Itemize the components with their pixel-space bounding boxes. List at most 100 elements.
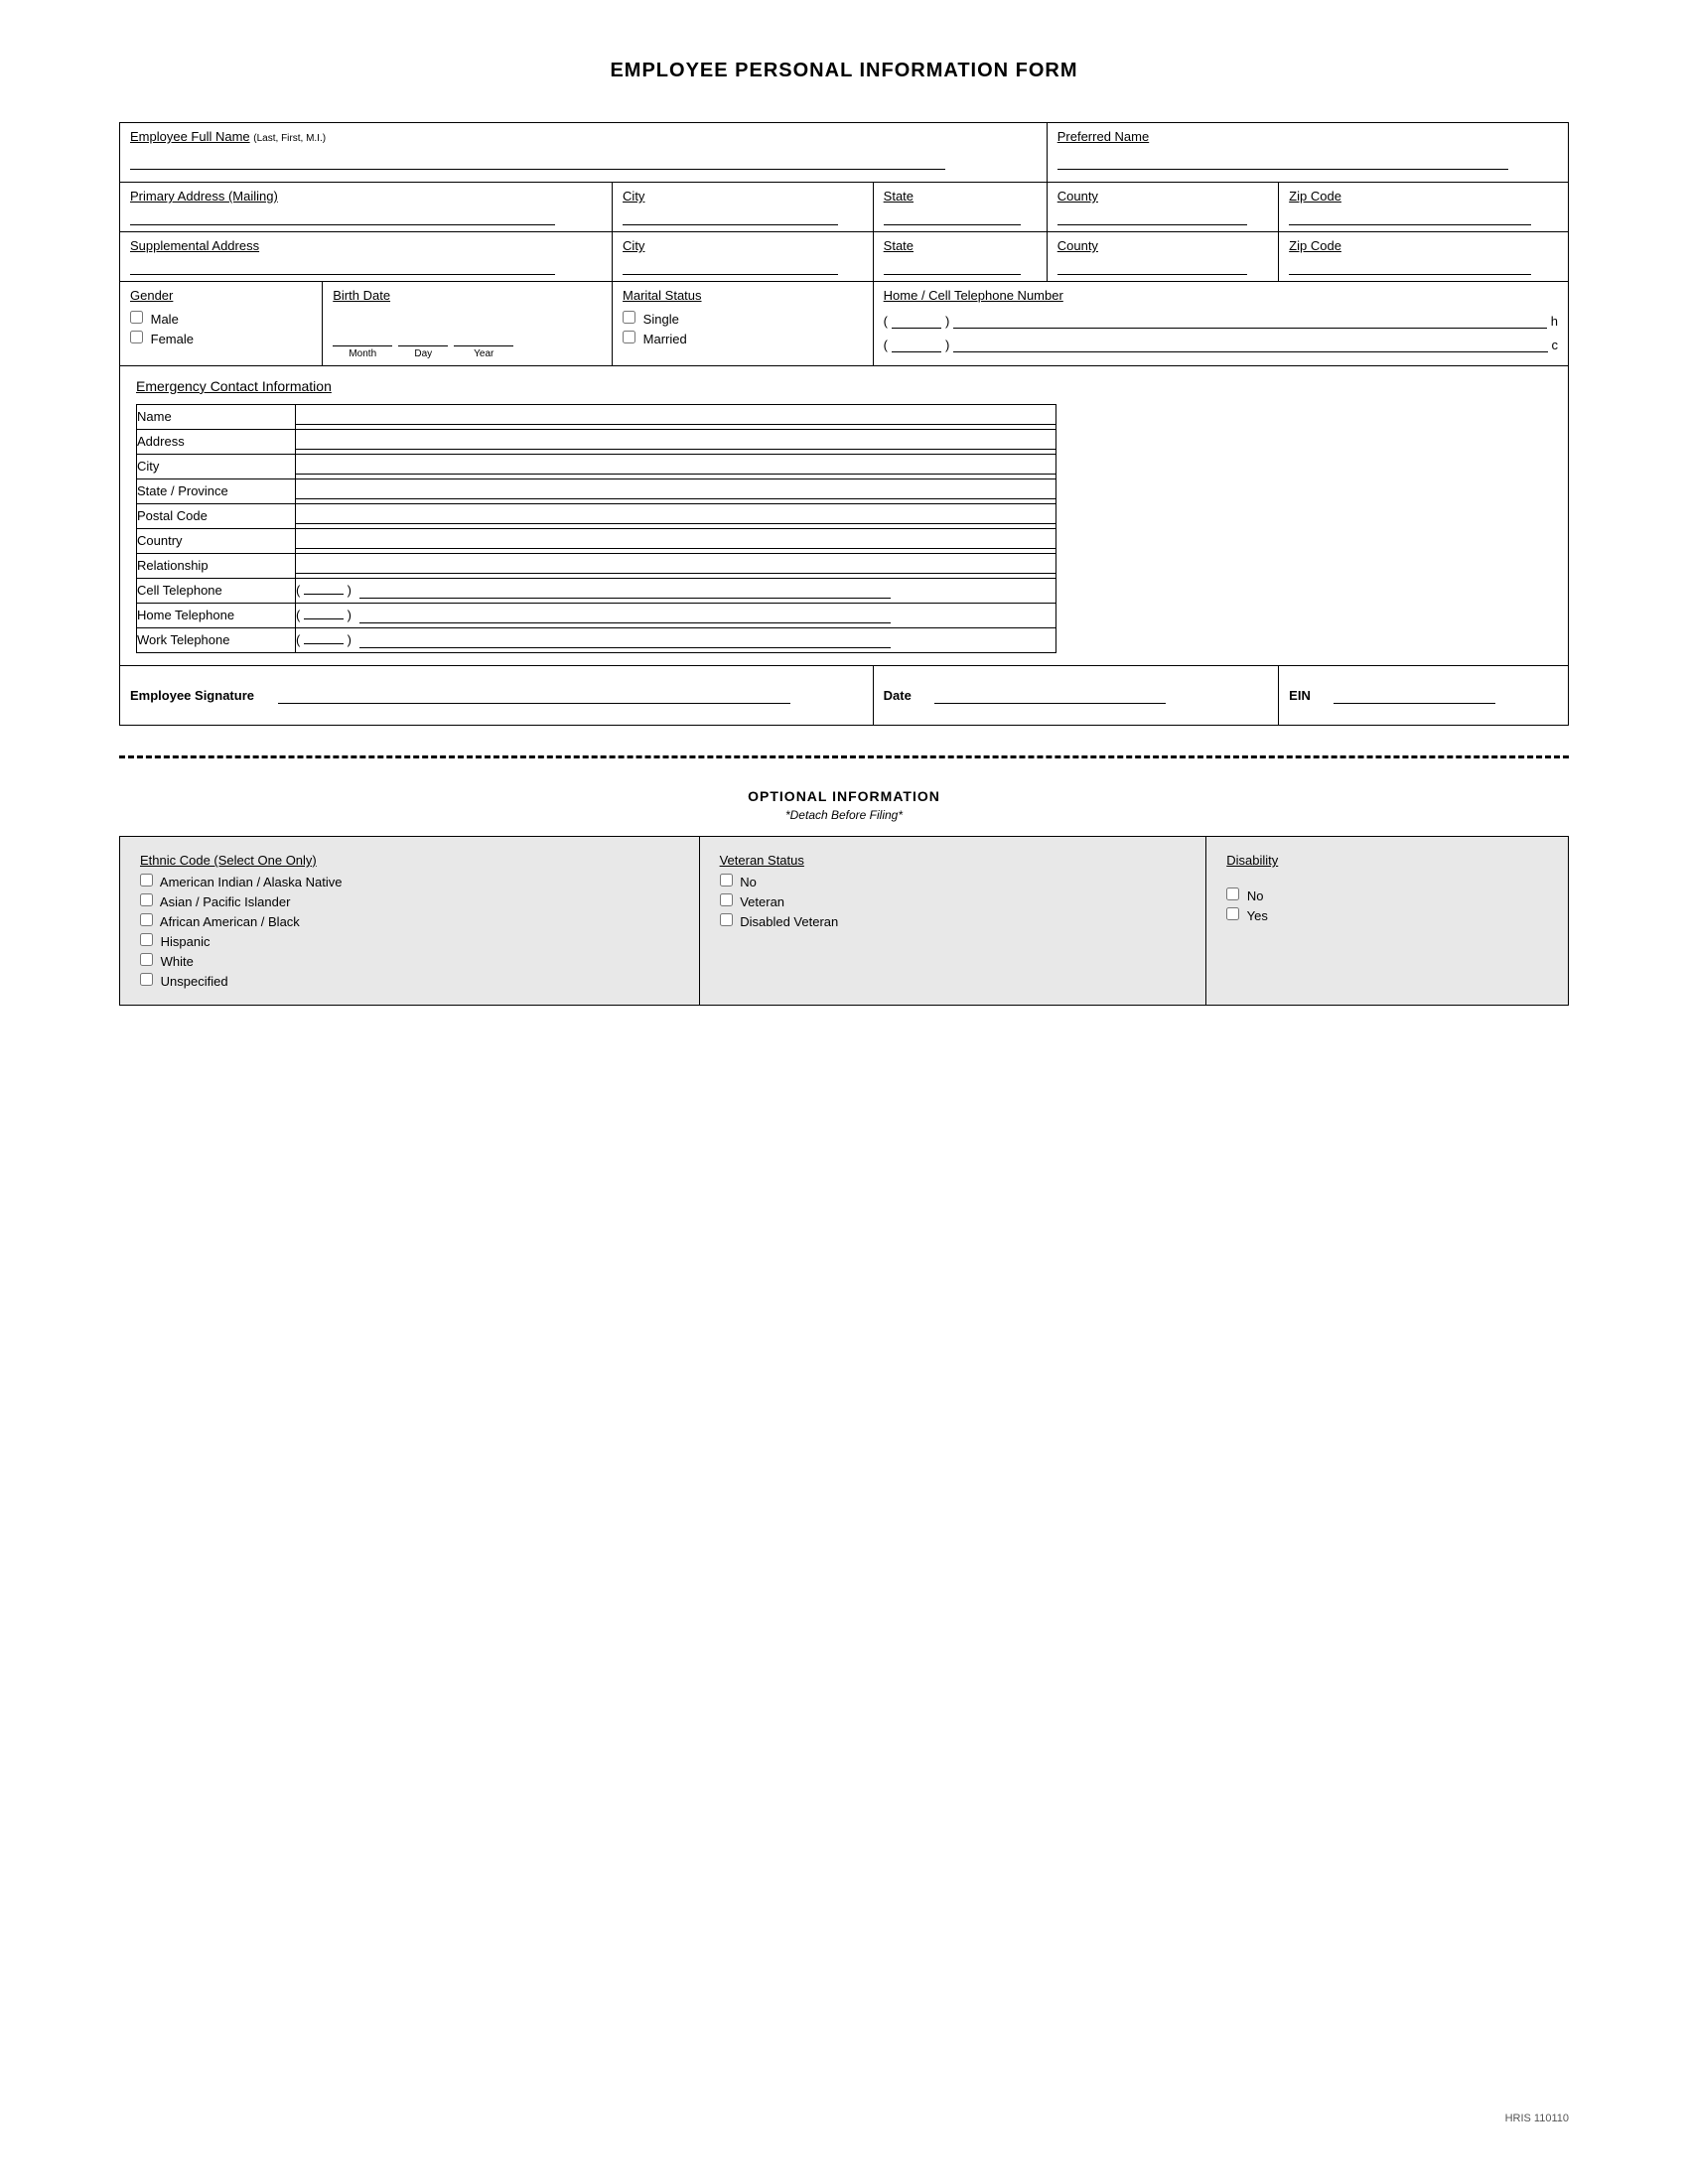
ec-home-tel-row: Home Telephone ( ) — [137, 604, 1056, 628]
supplemental-address-row: Supplemental Address City State County Z… — [120, 232, 1569, 282]
signature-input[interactable] — [278, 688, 790, 704]
preferred-name-label: Preferred Name — [1057, 129, 1149, 144]
ethnic-item-1: Asian / Pacific Islander — [140, 893, 679, 909]
employee-full-name-input[interactable] — [130, 154, 945, 170]
ec-city-input[interactable] — [296, 459, 1055, 475]
ein-label: EIN — [1289, 688, 1311, 703]
ec-relationship-label: Relationship — [137, 558, 209, 573]
marital-married-checkbox[interactable] — [623, 331, 635, 343]
primary-county-input[interactable] — [1057, 209, 1247, 225]
supp-city-input[interactable] — [623, 259, 838, 275]
veteran-yes-checkbox[interactable] — [720, 893, 733, 906]
birth-date-cell: Birth Date Month Day Year — [323, 282, 613, 366]
primary-address-row: Primary Address (Mailing) City State Cou… — [120, 183, 1569, 232]
primary-state-label: State — [884, 189, 914, 204]
ethnic-asian-checkbox[interactable] — [140, 893, 153, 906]
veteran-no-checkbox[interactable] — [720, 874, 733, 887]
veteran-no-option: No — [720, 874, 1187, 889]
optional-subtitle: *Detach Before Filing* — [119, 808, 1569, 822]
emergency-contact-table: Name Address City — [136, 404, 1056, 653]
ethnic-white-label: White — [161, 954, 194, 969]
ec-home-tel-input-cell: ( ) — [296, 604, 1056, 628]
primary-county-cell: County — [1047, 183, 1278, 232]
ethnic-hispanic-checkbox[interactable] — [140, 933, 153, 946]
primary-address-cell: Primary Address (Mailing) — [120, 183, 613, 232]
veteran-status-cell: Veteran Status No Veteran Disabled Veter… — [699, 837, 1206, 1006]
gender-female-checkbox[interactable] — [130, 331, 143, 343]
tel-cell-input[interactable] — [953, 337, 1547, 352]
supp-zip-label: Zip Code — [1289, 238, 1341, 253]
disability-no-option: No — [1226, 887, 1548, 903]
ec-name-input[interactable] — [296, 409, 1055, 425]
disability-no-label: No — [1247, 888, 1264, 903]
veteran-status-label: Veteran Status — [720, 853, 1187, 868]
emergency-contact-row: Emergency Contact Information Name Addre… — [120, 366, 1569, 666]
primary-address-input[interactable] — [130, 209, 555, 225]
marital-status-label: Marital Status — [623, 288, 863, 303]
footer-text: HRIS 110110 — [1505, 2113, 1569, 2124]
supp-address-input[interactable] — [130, 259, 555, 275]
primary-zip-input[interactable] — [1289, 209, 1531, 225]
primary-state-input[interactable] — [884, 209, 1022, 225]
primary-zip-cell: Zip Code — [1279, 183, 1569, 232]
primary-city-input[interactable] — [623, 209, 838, 225]
ein-input[interactable] — [1334, 688, 1494, 704]
gender-male-checkbox[interactable] — [130, 311, 143, 324]
signature-row: Employee Signature Date EIN — [120, 666, 1569, 726]
gender-female-option: Female — [130, 331, 312, 346]
employee-signature-label: Employee Signature — [130, 688, 254, 703]
gender-cell: Gender Male Female — [120, 282, 323, 366]
emergency-contact-label: Emergency Contact Information — [136, 378, 1552, 394]
ec-state-input[interactable] — [296, 483, 1055, 499]
supp-county-input[interactable] — [1057, 259, 1247, 275]
supp-state-input[interactable] — [884, 259, 1022, 275]
ec-cell-tel-input[interactable] — [359, 583, 891, 599]
marital-single-option: Single — [623, 311, 863, 327]
ec-relationship-input[interactable] — [296, 558, 1055, 574]
disability-yes-checkbox[interactable] — [1226, 907, 1239, 920]
dashed-separator — [119, 755, 1569, 758]
supp-zip-input[interactable] — [1289, 259, 1531, 275]
ec-city-label-cell: City — [137, 455, 296, 479]
marital-married-option: Married — [623, 331, 863, 346]
ec-relationship-row: Relationship — [137, 554, 1056, 579]
ec-cell-area — [304, 594, 344, 595]
tel-h-open-paren: ( — [884, 314, 888, 329]
ec-work-tel-label-cell: Work Telephone — [137, 628, 296, 653]
birth-month-sublabel: Month — [333, 348, 392, 359]
ec-country-row: Country — [137, 529, 1056, 554]
ethnic-white-checkbox[interactable] — [140, 953, 153, 966]
preferred-name-input[interactable] — [1057, 154, 1508, 170]
ec-postal-label-cell: Postal Code — [137, 504, 296, 529]
ec-country-input-cell — [296, 529, 1056, 554]
ec-address-input[interactable] — [296, 434, 1055, 450]
supp-state-cell: State — [873, 232, 1047, 282]
ec-country-input[interactable] — [296, 533, 1055, 549]
employee-full-name-label: Employee Full Name — [130, 129, 250, 144]
disability-label: Disability — [1226, 853, 1548, 868]
ec-postal-row: Postal Code — [137, 504, 1056, 529]
optional-title: OPTIONAL INFORMATION — [119, 788, 1569, 804]
ethnic-african-american-checkbox[interactable] — [140, 913, 153, 926]
supp-address-cell: Supplemental Address — [120, 232, 613, 282]
ethnic-american-indian-checkbox[interactable] — [140, 874, 153, 887]
birth-year-input[interactable] — [454, 331, 513, 346]
tel-home-input[interactable] — [953, 313, 1546, 329]
marital-single-checkbox[interactable] — [623, 311, 635, 324]
ec-home-tel-input[interactable] — [359, 608, 891, 623]
birth-month-input[interactable] — [333, 331, 392, 346]
disability-no-checkbox[interactable] — [1226, 887, 1239, 900]
ethnic-unspecified-checkbox[interactable] — [140, 973, 153, 986]
ec-country-label-cell: Country — [137, 529, 296, 554]
birth-day-input[interactable] — [398, 331, 448, 346]
veteran-disabled-checkbox[interactable] — [720, 913, 733, 926]
gender-birth-row: Gender Male Female Birth Date Month Day — [120, 282, 1569, 366]
ec-postal-input[interactable] — [296, 508, 1055, 524]
ec-work-tel-input[interactable] — [359, 632, 891, 648]
ethnic-code-cell: Ethnic Code (Select One Only) American I… — [120, 837, 700, 1006]
date-input[interactable] — [934, 688, 1166, 704]
ethnic-asian-label: Asian / Pacific Islander — [160, 894, 291, 909]
veteran-yes-label: Veteran — [740, 894, 784, 909]
ethnic-item-4: White — [140, 953, 679, 969]
ethnic-item-5: Unspecified — [140, 973, 679, 989]
